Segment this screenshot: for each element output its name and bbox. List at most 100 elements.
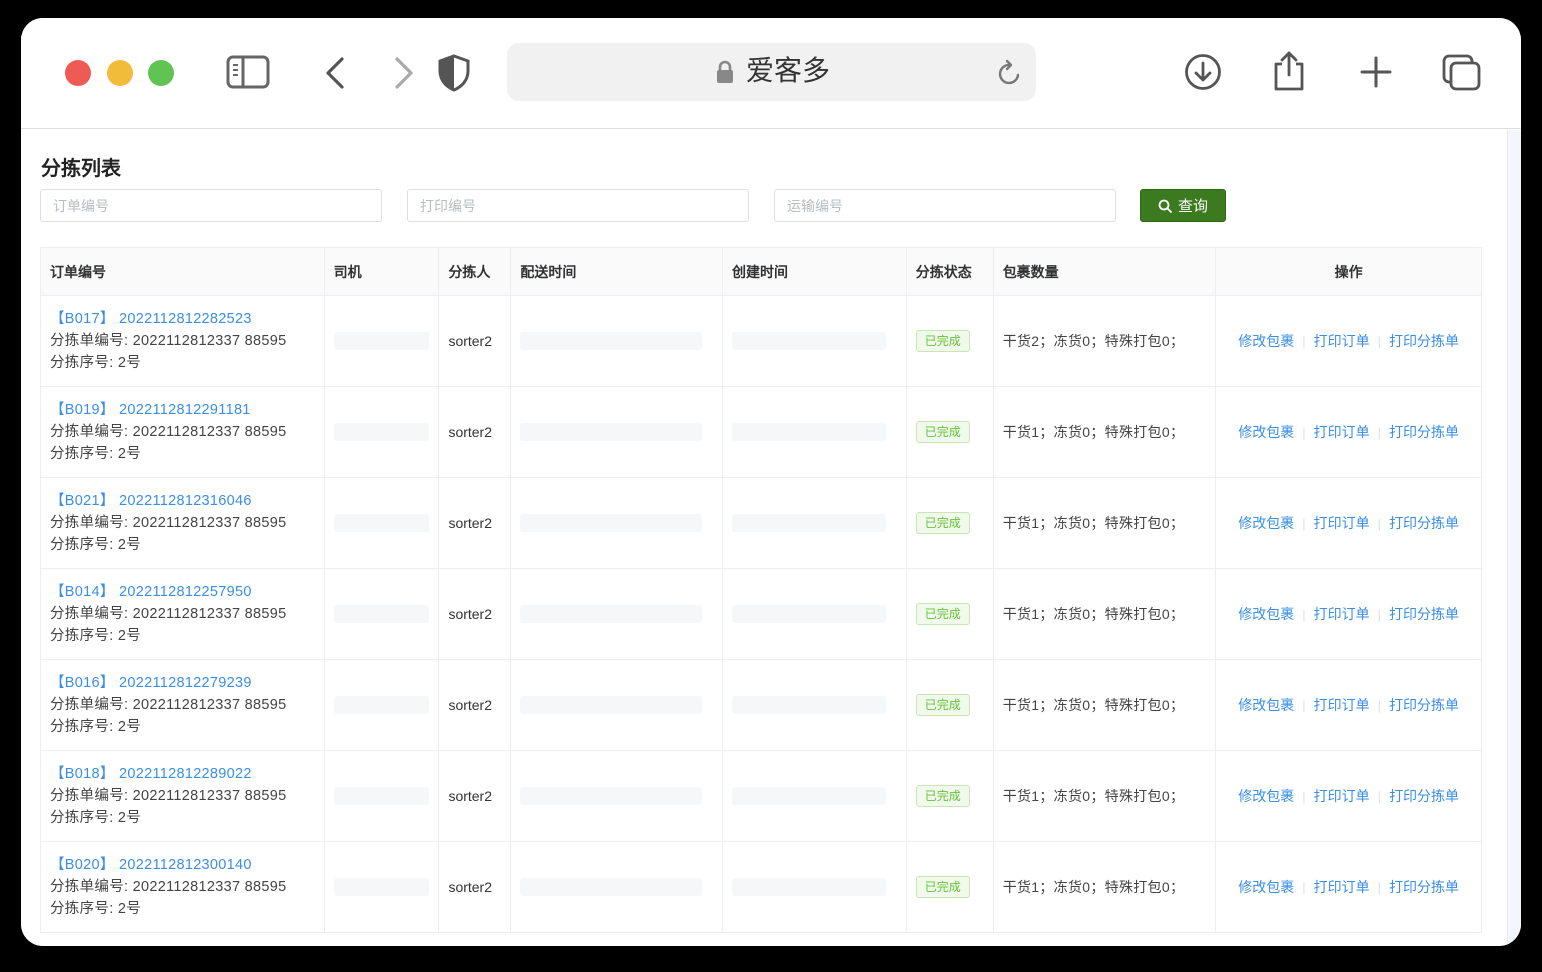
package-count: 干货1；冻货0；特殊打包0； xyxy=(1002,697,1185,713)
minimize-window-button[interactable] xyxy=(107,60,133,86)
delivery-time-cell xyxy=(511,387,724,477)
status-cell: 已完成 xyxy=(907,751,994,841)
order-link[interactable]: 【B020】 2022112812300140 xyxy=(50,854,324,876)
driver-cell xyxy=(325,296,440,386)
order-cell: 【B017】 2022112812282523 分拣单编号: 2022112812… xyxy=(41,296,325,386)
package-count: 干货1；冻货0；特殊打包0； xyxy=(1002,788,1185,804)
delivery-time-redacted xyxy=(520,332,703,350)
status-badge: 已完成 xyxy=(915,876,970,898)
tab-overview-icon[interactable] xyxy=(1442,54,1482,92)
delivery-time-cell xyxy=(511,296,724,386)
driver-redacted xyxy=(333,878,429,896)
delivery-time-redacted xyxy=(520,423,703,441)
edit-package-link[interactable]: 修改包裹 xyxy=(1238,513,1294,533)
action-divider: | xyxy=(1377,788,1382,804)
action-divider: | xyxy=(1377,515,1382,531)
action-divider: | xyxy=(1377,697,1382,713)
search-button-label: 查询 xyxy=(1177,198,1208,215)
browser-toolbar: 爱客多 xyxy=(21,18,1521,129)
print-order-link[interactable]: 打印订单 xyxy=(1314,422,1370,442)
transport-no-input[interactable] xyxy=(774,189,1116,222)
edit-package-link[interactable]: 修改包裹 xyxy=(1238,786,1294,806)
driver-redacted xyxy=(333,696,429,714)
created-time-cell xyxy=(723,569,907,659)
search-button[interactable]: 查询 xyxy=(1140,189,1226,222)
order-link[interactable]: 【B018】 2022112812289022 xyxy=(50,763,324,785)
sort-sheet-no: 分拣单编号: 2022112812337 88595 xyxy=(50,788,287,804)
driver-redacted xyxy=(333,332,429,350)
driver-cell xyxy=(325,751,440,841)
sorter-name: sorter2 xyxy=(448,697,493,713)
edit-package-link[interactable]: 修改包裹 xyxy=(1238,422,1294,442)
edit-package-link[interactable]: 修改包裹 xyxy=(1238,331,1294,351)
actions-cell: 修改包裹 | 打印订单 | 打印分拣单 xyxy=(1216,842,1481,932)
print-order-link[interactable]: 打印订单 xyxy=(1314,331,1370,351)
print-sort-sheet-link[interactable]: 打印分拣单 xyxy=(1389,877,1459,897)
header-created-time[interactable]: 创建时间 xyxy=(723,248,907,295)
package-cell: 干货1；冻货0；特殊打包0； xyxy=(994,478,1217,568)
order-cell: 【B016】 2022112812279239 分拣单编号: 2022112812… xyxy=(41,660,325,750)
sidebar-icon[interactable] xyxy=(226,54,270,90)
header-package-count[interactable]: 包裹数量 xyxy=(994,248,1217,295)
header-driver[interactable]: 司机 xyxy=(325,248,440,295)
print-order-link[interactable]: 打印订单 xyxy=(1314,877,1370,897)
edit-package-link[interactable]: 修改包裹 xyxy=(1238,877,1294,897)
print-order-link[interactable]: 打印订单 xyxy=(1314,513,1370,533)
close-window-button[interactable] xyxy=(65,60,91,86)
print-sort-sheet-link[interactable]: 打印分拣单 xyxy=(1389,513,1459,533)
header-order-no[interactable]: 订单编号 xyxy=(41,248,325,295)
print-sort-sheet-link[interactable]: 打印分拣单 xyxy=(1389,695,1459,715)
scrollbar[interactable] xyxy=(1507,130,1521,946)
header-sort-status[interactable]: 分拣状态 xyxy=(907,248,994,295)
package-count: 干货1；冻货0；特殊打包0； xyxy=(1002,606,1185,622)
header-actions: 操作 xyxy=(1334,263,1363,280)
print-order-link[interactable]: 打印订单 xyxy=(1314,604,1370,624)
new-tab-icon[interactable] xyxy=(1360,56,1392,88)
privacy-shield-icon[interactable] xyxy=(437,54,471,92)
order-no-input[interactable] xyxy=(40,189,382,222)
action-divider: | xyxy=(1302,515,1306,531)
order-link[interactable]: 【B019】 2022112812291181 xyxy=(50,399,324,421)
print-sort-sheet-link[interactable]: 打印分拣单 xyxy=(1389,422,1459,442)
address-bar[interactable]: 爱客多 xyxy=(507,43,1036,101)
status-cell: 已完成 xyxy=(907,569,994,659)
created-time-cell xyxy=(723,751,907,841)
share-icon[interactable] xyxy=(1272,50,1306,92)
print-order-link[interactable]: 打印订单 xyxy=(1314,786,1370,806)
created-time-redacted xyxy=(732,514,887,532)
print-sort-sheet-link[interactable]: 打印分拣单 xyxy=(1389,604,1459,624)
zoom-window-button[interactable] xyxy=(148,60,174,86)
print-order-link[interactable]: 打印订单 xyxy=(1314,695,1370,715)
edit-package-link[interactable]: 修改包裹 xyxy=(1238,604,1294,624)
created-time-cell xyxy=(723,842,907,932)
reload-icon[interactable] xyxy=(997,59,1023,92)
status-badge: 已完成 xyxy=(915,694,970,716)
status-cell: 已完成 xyxy=(907,387,994,477)
actions-cell: 修改包裹 | 打印订单 | 打印分拣单 xyxy=(1216,296,1481,386)
order-cell: 【B018】 2022112812289022 分拣单编号: 2022112812… xyxy=(41,751,325,841)
delivery-time-redacted xyxy=(520,878,703,896)
sort-sequence: 分拣序号: 2号 xyxy=(50,446,142,462)
package-cell: 干货1；冻货0；特殊打包0； xyxy=(994,842,1217,932)
sorter-cell: sorter2 xyxy=(439,478,512,568)
package-count: 干货2；冻货0；特殊打包0； xyxy=(1002,333,1185,349)
print-sort-sheet-link[interactable]: 打印分拣单 xyxy=(1389,331,1459,351)
header-sorter[interactable]: 分拣人 xyxy=(439,248,512,295)
print-no-input[interactable] xyxy=(407,189,749,222)
header-delivery-time[interactable]: 配送时间 xyxy=(511,248,724,295)
created-time-redacted xyxy=(732,878,887,896)
delivery-time-redacted xyxy=(520,696,703,714)
order-link[interactable]: 【B014】 2022112812257950 xyxy=(50,581,324,603)
edit-package-link[interactable]: 修改包裹 xyxy=(1238,695,1294,715)
action-divider: | xyxy=(1377,424,1382,440)
order-link[interactable]: 【B021】 2022112812316046 xyxy=(50,490,324,512)
download-icon[interactable] xyxy=(1184,53,1222,91)
sorter-name: sorter2 xyxy=(448,515,493,531)
print-sort-sheet-link[interactable]: 打印分拣单 xyxy=(1389,786,1459,806)
forward-icon[interactable] xyxy=(392,56,416,90)
sorter-cell: sorter2 xyxy=(439,387,512,477)
driver-cell xyxy=(325,660,440,750)
order-link[interactable]: 【B017】 2022112812282523 xyxy=(50,308,324,330)
order-link[interactable]: 【B016】 2022112812279239 xyxy=(50,672,324,694)
back-icon[interactable] xyxy=(323,56,347,90)
